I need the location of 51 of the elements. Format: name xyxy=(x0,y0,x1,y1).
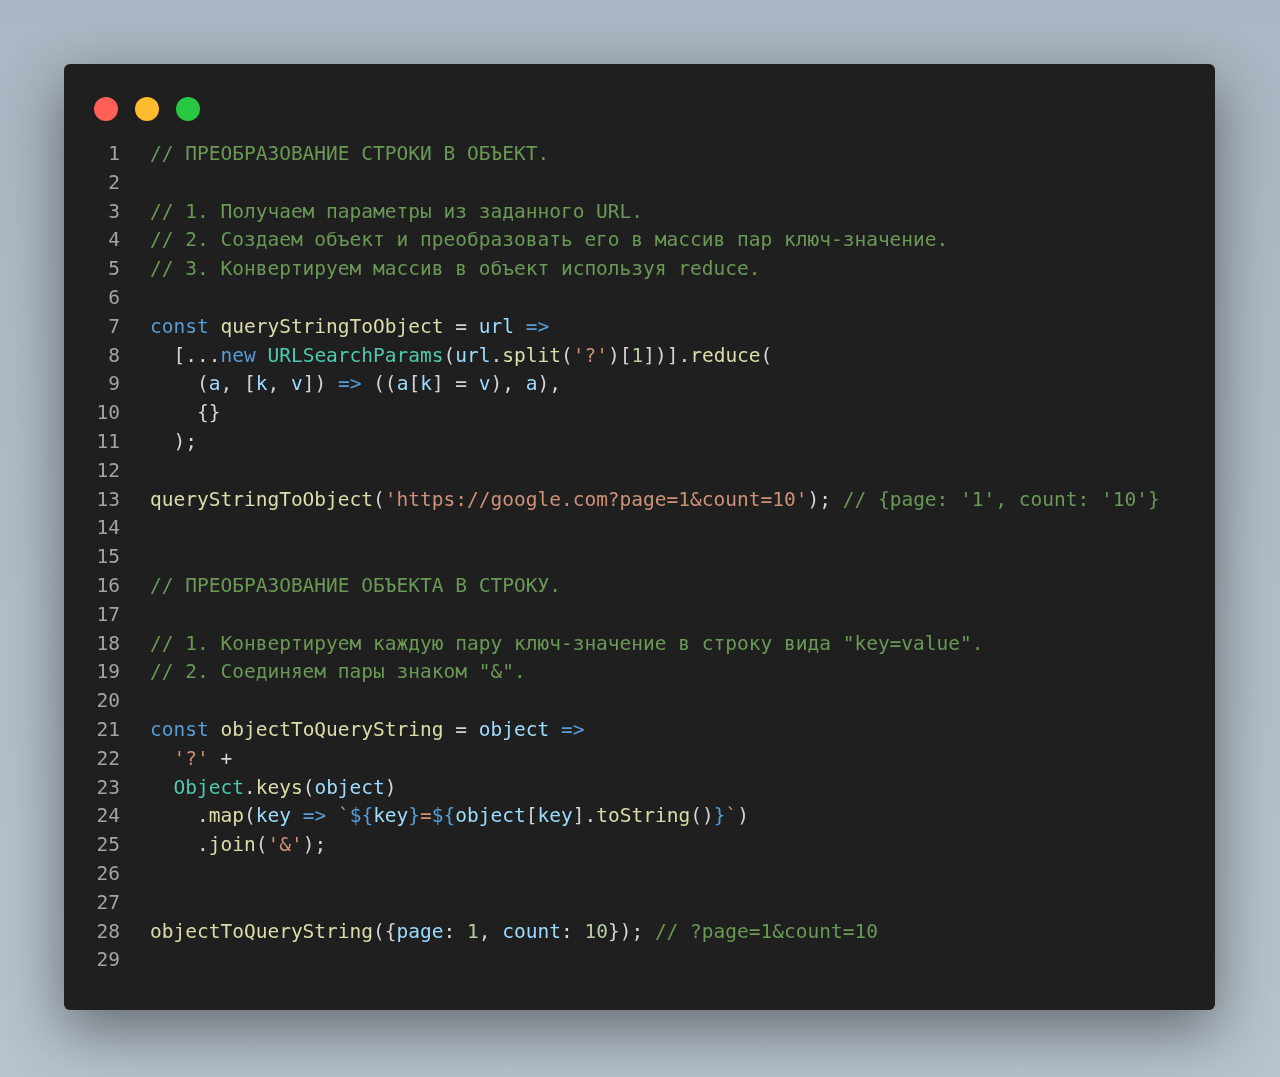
line-number: 13 xyxy=(95,486,120,513)
line-number: 8 xyxy=(107,342,120,369)
code-line: objectToQueryString({page: 1, count: 10}); // ?page=1&count=10 xyxy=(150,918,878,945)
code-line: (a, [k, v]) => ((a[k] = v), a), xyxy=(195,371,562,398)
line-number: 11 xyxy=(95,428,120,455)
window-control-dot[interactable] xyxy=(94,97,118,121)
code-line: Object.keys(object) xyxy=(172,774,397,801)
line-number: 3 xyxy=(107,198,120,225)
code-line: // 2. Создаем объект и преобразовать его в массив пар ключ-значение. xyxy=(150,227,949,254)
code-line: queryStringToObject('https://google.com?page=1&count=10'); // {page: '1', count: '10'} xyxy=(150,486,1160,513)
line-number: 10 xyxy=(95,400,120,427)
line-number: 28 xyxy=(95,918,120,945)
line-number: 27 xyxy=(95,889,120,916)
code-line: const objectToQueryString = object => xyxy=(150,716,585,743)
line-number: 19 xyxy=(95,659,120,686)
code-line: '?' + xyxy=(172,745,233,772)
code-line: .join('&'); xyxy=(195,832,327,859)
line-number: 29 xyxy=(95,947,120,974)
line-number: 9 xyxy=(107,371,120,398)
line-number: 2 xyxy=(107,169,120,196)
line-number: 25 xyxy=(95,832,120,859)
line-number: 5 xyxy=(107,256,120,283)
window-control-dot[interactable] xyxy=(176,97,200,121)
code-line: // 3. Конвертируем массив в объект используя reduce. xyxy=(150,256,761,283)
line-number: 23 xyxy=(95,774,120,801)
code-line: // 1. Конвертируем каждую пару ключ-значение в строку вида "key=value". xyxy=(150,630,984,657)
line-number: 22 xyxy=(95,745,120,772)
line-number: 24 xyxy=(95,803,120,830)
code-line: ); xyxy=(172,428,197,455)
line-number: 4 xyxy=(107,227,120,254)
code-line: const queryStringToObject = url => xyxy=(150,313,550,340)
line-number: 21 xyxy=(95,716,120,743)
code-line: // 2. Соединяем пары знаком "&". xyxy=(150,659,526,686)
code-line: // ПРЕОБРАЗОВАНИЕ СТРОКИ В ОБЪЕКТ. xyxy=(150,141,550,167)
line-number: 15 xyxy=(95,544,120,571)
line-number: 12 xyxy=(95,457,120,484)
line-number: 7 xyxy=(107,313,120,340)
code-line: .map(key => `${key}=${object[key].toString()}`) xyxy=(195,803,749,830)
line-number: 6 xyxy=(107,285,120,311)
line-number: 14 xyxy=(95,515,120,542)
code-line: // ПРЕОБРАЗОВАНИЕ ОБЪЕКТА В СТРОКУ. xyxy=(150,572,561,599)
code-line: // 1. Получаем параметры из заданного URL. xyxy=(150,198,644,225)
window-control-dot[interactable] xyxy=(135,97,159,121)
line-number: 1 xyxy=(107,141,120,167)
line-number: 17 xyxy=(95,601,120,628)
line-number: 16 xyxy=(95,572,120,599)
code-line: {} xyxy=(195,400,221,427)
line-number: 20 xyxy=(95,688,120,715)
line-number: 18 xyxy=(95,630,120,657)
code-line: [...new URLSearchParams(url.split('?')[1])].reduce( xyxy=(172,342,773,369)
line-number: 26 xyxy=(95,860,120,887)
